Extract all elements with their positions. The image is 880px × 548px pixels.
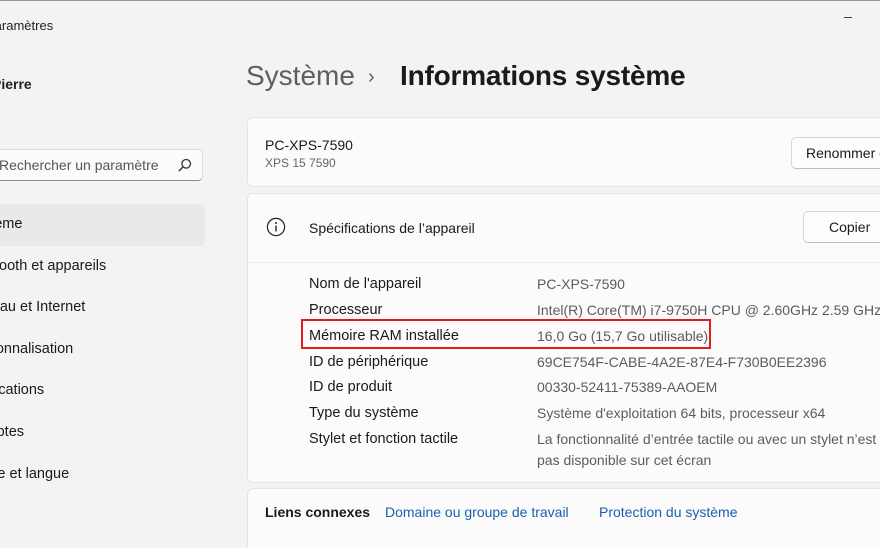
app-title: Paramètres [0,18,54,33]
device-model: XPS 15 7590 [265,156,336,170]
sidebar-item-applications[interactable]: Applications [0,370,205,412]
spec-value: 69CE754F-CABE-4A2E-87E4-F730B0EE2396 [537,354,827,370]
sidebar-item-personnalisation[interactable]: Personnalisation [0,329,205,371]
device-card: PC-XPS-7590 XPS 15 7590 Renommer ce PC [247,117,880,187]
minimize-button[interactable]: – [838,8,858,24]
spec-value: Système d'exploitation 64 bits, processe… [537,405,826,421]
spec-label: Nom de l'appareil [309,276,422,292]
spec-value: La fonctionnalité d’entrée tactile ou av… [537,431,877,447]
spec-value: PC-XPS-7590 [537,276,625,292]
sidebar-item-label: Système [0,216,23,232]
sidebar-item-label: Heure et langue [0,465,70,482]
info-icon [266,217,286,237]
user-name: Pierre [0,76,32,92]
specs-title: Spécifications de l’appareil [309,220,475,236]
sidebar-nav: Système Bluetooth et appareils Réseau et… [0,204,205,495]
breadcrumb-parent[interactable]: Système [246,60,355,92]
spec-row: ID de produit 00330-52411-75389-AAOEM [248,379,880,403]
search-icon[interactable] [178,158,192,172]
search-input[interactable] [0,150,179,180]
breadcrumb-separator: › [368,66,375,88]
spec-label: Processeur [309,302,383,318]
spec-label: Type du système [309,405,419,421]
window-top-border [0,0,880,1]
sidebar-item-label: Personnalisation [0,340,74,357]
specs-header[interactable]: Spécifications de l’appareil Copier [248,194,880,263]
copy-button[interactable]: Copier [803,211,880,243]
rename-pc-button[interactable]: Renommer ce PC [791,137,880,169]
sidebar-item-label: Comptes [0,423,25,440]
spec-row: Type du système Système d'exploitation 6… [248,405,880,429]
sidebar-item-reseau[interactable]: Réseau et Internet [0,287,205,329]
sidebar-item-heure-langue[interactable]: Heure et langue [0,454,205,496]
system-protection-link[interactable]: Protection du système [599,504,738,520]
spec-row: Stylet et fonction tactile La fonctionna… [248,431,880,477]
sidebar-item-label: Réseau et Internet [0,299,86,316]
sidebar-item-comptes[interactable]: Comptes [0,412,205,454]
spec-row: ID de périphérique 69CE754F-CABE-4A2E-87… [248,354,880,378]
spec-label: ID de périphérique [309,354,429,370]
ram-highlight-box [301,319,711,349]
related-links-card: Liens connexes Domaine ou groupe de trav… [247,488,880,548]
page-title: Informations système [400,60,686,91]
spec-row: Nom de l'appareil PC-XPS-7590 [248,276,880,300]
search-box[interactable] [0,149,203,181]
sidebar-item-label: Bluetooth et appareils [0,257,107,274]
spec-value: Intel(R) Core(TM) i7-9750H CPU @ 2.60GHz… [537,302,880,318]
device-name: PC-XPS-7590 [265,137,353,153]
sidebar-item-label: Applications [0,382,45,399]
spec-label: ID de produit [309,379,393,395]
spec-value: 00330-52411-75389-AAOEM [537,379,718,395]
related-links-label: Liens connexes [265,504,371,520]
spec-label: Stylet et fonction tactile [309,431,459,447]
sidebar-item-bluetooth[interactable]: Bluetooth et appareils [0,246,205,288]
domain-workgroup-link[interactable]: Domaine ou groupe de travail [385,504,569,520]
spec-value-line2: pas disponible sur cet écran [537,452,712,468]
sidebar-item-systeme[interactable]: Système [0,204,205,246]
